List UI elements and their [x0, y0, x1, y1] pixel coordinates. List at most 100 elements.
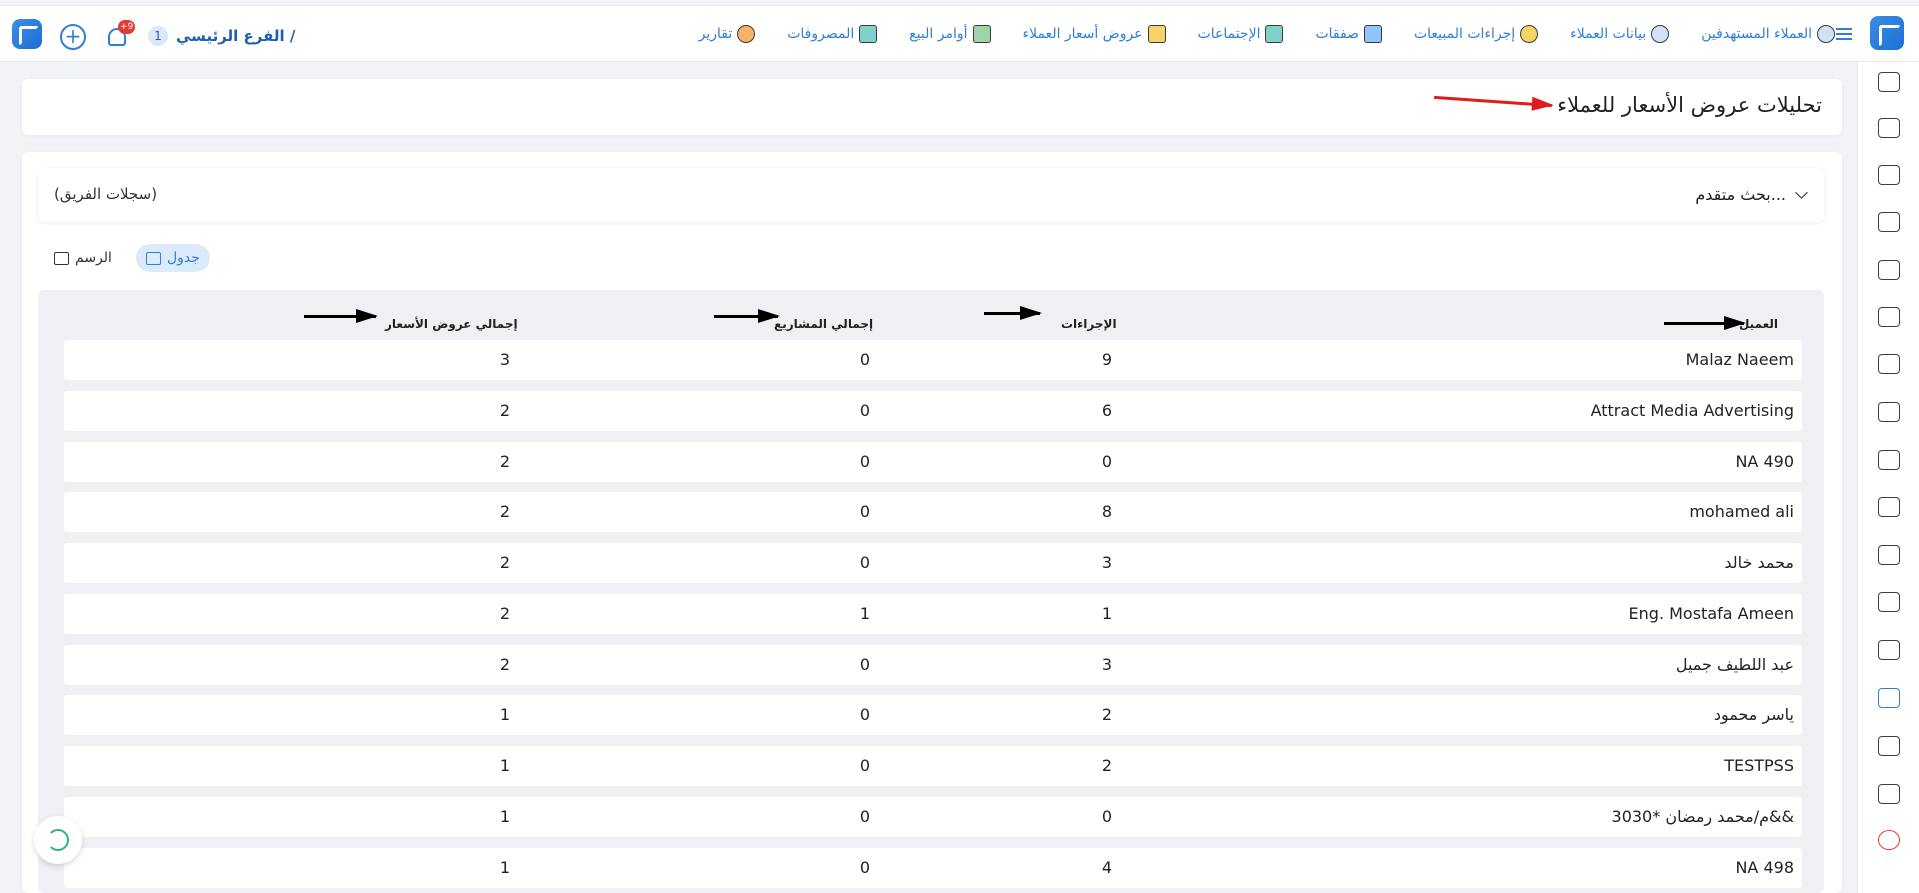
client-cell: TESTPSS — [1724, 756, 1794, 775]
table-view-button[interactable]: جدول — [135, 244, 210, 272]
quotes-cell: 1 — [499, 857, 511, 877]
chart-label: الرسم — [75, 250, 112, 266]
client-data-icon — [1651, 25, 1670, 43]
loading-spinner-icon — [34, 816, 82, 864]
document-icon[interactable] — [1878, 640, 1900, 660]
invoice-icon[interactable] — [1878, 354, 1900, 374]
video-icon[interactable] — [1878, 260, 1900, 280]
chart-view-button[interactable]: الرسم — [44, 244, 122, 272]
table-row[interactable]: TESTPSS 2 0 1 — [64, 746, 1802, 786]
deals-icon — [1363, 25, 1382, 43]
table-row[interactable]: NA 498 4 0 1 — [64, 847, 1802, 888]
nav-sales-actions[interactable]: إجراءات المبيعات — [1413, 25, 1539, 43]
screen-icon[interactable] — [1878, 784, 1900, 804]
nav-label: عروض أسعار العملاء — [1022, 26, 1143, 42]
nav-label: العملاء المستهدفين — [1701, 26, 1812, 42]
triangle-icon[interactable] — [1878, 307, 1900, 327]
app-logo-icon[interactable] — [1870, 16, 1904, 50]
menu-icon[interactable] — [1836, 28, 1852, 40]
gear-icon[interactable] — [1878, 736, 1900, 756]
annotation-arrow — [1664, 316, 1746, 330]
projects-cell: 0 — [859, 451, 871, 471]
actions-cell: 3 — [1101, 553, 1113, 572]
table-row[interactable]: Attract Media Advertising 6 0 2 — [64, 390, 1802, 431]
main-card: بحث متقدم... (سجلات الفريق) الرسم جدول ا… — [22, 152, 1842, 893]
projects-cell: 0 — [859, 400, 871, 420]
projects-cell: 0 — [859, 705, 871, 725]
nav-reports[interactable]: تقارير — [699, 25, 756, 43]
actions-cell: 1 — [1101, 603, 1113, 623]
reports-icon — [737, 25, 756, 43]
cash-icon[interactable] — [1878, 165, 1900, 185]
projects-cell: 0 — [859, 502, 871, 522]
table-row[interactable]: ياسر محمود 2 0 1 — [64, 695, 1802, 736]
annotation-arrow — [984, 306, 1042, 320]
nav-sales-orders[interactable]: أوامر البيع — [909, 25, 991, 43]
nav-client-data[interactable]: بيانات العملاء — [1570, 25, 1670, 43]
secondary-logo-icon[interactable] — [12, 19, 42, 49]
projects-cell: 0 — [859, 553, 871, 572]
nav-expenses[interactable]: المصروفات — [787, 25, 878, 43]
top-navbar: العملاء المستهدفين بيانات العملاء إجراءا… — [0, 5, 1919, 62]
nav-client-quotes[interactable]: عروض أسعار العملاء — [1023, 25, 1166, 43]
team-icon[interactable] — [1878, 118, 1900, 138]
table-row[interactable]: عبد اللطيف جميل 3 0 2 — [64, 644, 1802, 685]
annotation-arrow — [714, 309, 780, 323]
sales-orders-icon — [972, 25, 991, 43]
quotes-cell: 1 — [499, 705, 511, 725]
notification-badge: +9 — [118, 20, 136, 34]
nav-label: تقارير — [698, 26, 733, 42]
client-cell: NA 490 — [1735, 451, 1794, 471]
actions-cell: 3 — [1101, 654, 1113, 674]
table-row[interactable]: NA 490 0 0 2 — [64, 441, 1802, 482]
nav-label: إجراءات المبيعات — [1413, 26, 1516, 42]
actions-cell: 0 — [1101, 451, 1113, 471]
boxes-icon[interactable] — [1878, 497, 1900, 517]
branch-selector[interactable]: 1 الفرع الرئيسي / — [148, 26, 295, 46]
header-quotes: إجمالي عروض الأسعار — [385, 317, 518, 331]
table-row[interactable]: Eng. Mostafa Ameen 1 1 2 — [64, 593, 1802, 634]
quotes-cell: 2 — [499, 502, 511, 522]
table-row[interactable]: محمد خالد 3 0 2 — [64, 543, 1802, 583]
nav-deals[interactable]: صفقات — [1315, 25, 1382, 43]
nav-targeted-clients[interactable]: العملاء المستهدفين — [1701, 25, 1835, 43]
chevron-down-icon[interactable] — [1795, 186, 1808, 199]
projects-cell: 0 — [859, 756, 871, 775]
top-nav: العملاء المستهدفين بيانات العملاء إجراءا… — [699, 23, 1835, 45]
team-records-label: (سجلات الفريق) — [54, 185, 158, 203]
analytics-icon[interactable] — [1878, 688, 1900, 708]
client-cell: mohamed ali — [1689, 502, 1794, 522]
actions-cell: 6 — [1101, 400, 1113, 420]
view-toggle: الرسم جدول — [44, 244, 210, 272]
projects-cell: 1 — [859, 603, 871, 623]
table-row[interactable]: Malaz Naeem 9 0 3 — [64, 340, 1802, 380]
client-cell: م/محمد رمضان *3030&& — [1611, 806, 1794, 826]
power-icon[interactable] — [1878, 830, 1900, 850]
expenses-icon — [859, 25, 878, 43]
list-icon — [145, 251, 161, 265]
quotes-cell: 2 — [499, 400, 511, 420]
client-cell: Malaz Naeem — [1685, 350, 1794, 369]
actions-cell: 8 — [1101, 502, 1113, 522]
printer-icon[interactable] — [1878, 592, 1900, 612]
delivery-icon[interactable] — [1878, 450, 1900, 470]
signature-icon[interactable] — [1878, 402, 1900, 422]
branch-label: الفرع الرئيسي / — [176, 27, 296, 45]
branch-number: 1 — [148, 26, 168, 46]
actions-cell: 2 — [1101, 756, 1113, 775]
add-button[interactable]: + — [60, 24, 86, 50]
projects-cell: 0 — [859, 857, 871, 877]
nav-label: أوامر البيع — [909, 26, 968, 42]
projects-cell: 0 — [859, 350, 871, 369]
nav-meetings[interactable]: الإجتماعات — [1198, 25, 1284, 43]
table-row[interactable]: م/محمد رمضان *3030&& 0 0 1 — [64, 796, 1802, 837]
wallet-icon[interactable] — [1878, 72, 1900, 92]
projects-cell: 0 — [859, 654, 871, 674]
table-row[interactable]: mohamed ali 8 0 2 — [64, 492, 1802, 533]
client-cell: ياسر محمود — [1713, 705, 1794, 725]
advanced-search-bar[interactable]: بحث متقدم... (سجلات الفريق) — [38, 168, 1824, 222]
header-projects: إجمالي المشاريع — [774, 317, 874, 331]
title-card: تحليلات عروض الأسعار للعملاء — [22, 79, 1842, 135]
warning-icon[interactable] — [1878, 212, 1900, 232]
user-icon[interactable] — [1878, 545, 1900, 565]
